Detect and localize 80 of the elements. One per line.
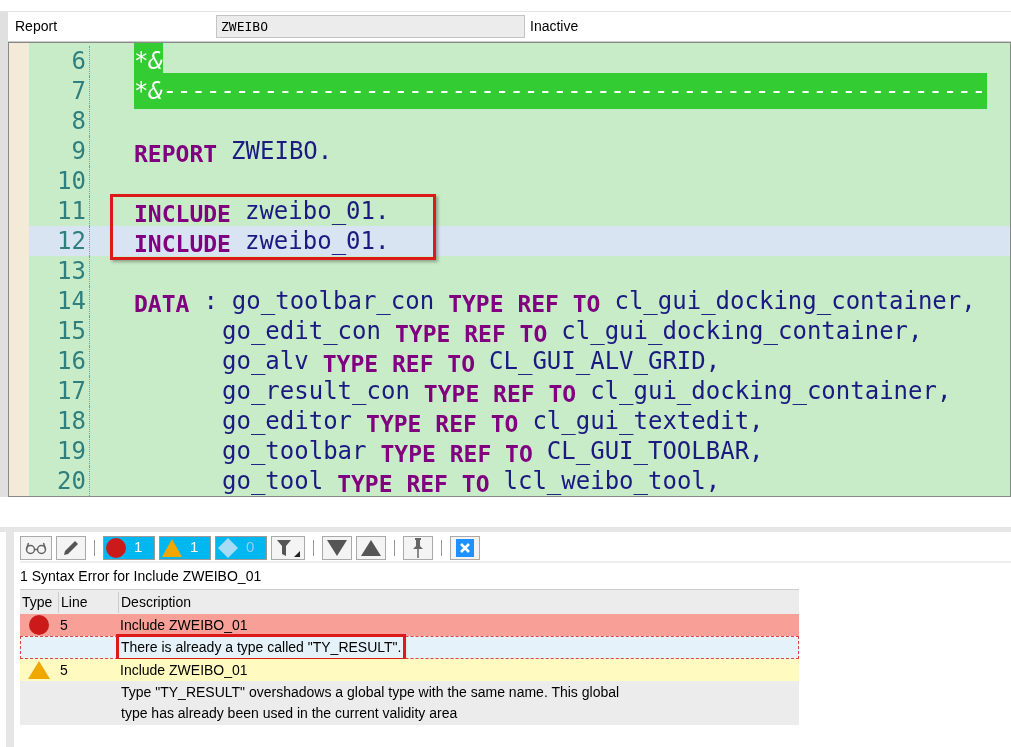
line-number: 6 (70, 46, 87, 77)
line-number: 16 (56, 346, 87, 377)
code-editor[interactable] (8, 42, 1011, 497)
code-keyword: TYPE REF TO (337, 469, 490, 496)
program-name-field: ZWEIBO (216, 15, 525, 38)
code-keyword: TYPE REF TO (366, 409, 519, 439)
code-identifier: go_editor (222, 406, 353, 437)
line-number: 8 (70, 106, 87, 137)
code-identifier: cl_gui_docking_container, (614, 286, 976, 317)
code-identifier: CL_GUI_ALV_GRID, (489, 346, 721, 377)
toolbar-button[interactable] (56, 535, 86, 560)
code-keyword: REPORT (134, 139, 218, 169)
toolbar-button[interactable] (450, 535, 480, 560)
code-keyword: INCLUDE (134, 229, 231, 259)
line-number: 9 (70, 136, 87, 167)
line-cell-text: 5 (59, 660, 69, 680)
glasses-icon (25, 540, 47, 555)
line-number: 15 (56, 316, 87, 347)
pin-icon (412, 537, 424, 558)
warning-icon (162, 538, 182, 557)
line-number: 14 (56, 286, 87, 317)
error-icon (106, 537, 126, 558)
code-identifier: CL_GUI_TOOLBAR, (546, 436, 764, 467)
message-text: There is already a type called "TY_RESULT". (119, 637, 404, 658)
message-detail-row[interactable]: There is already a type called "TY_RESULT". (20, 636, 799, 659)
code-keyword: TYPE REF TO (322, 349, 476, 379)
line-number: 12 (56, 226, 87, 257)
code-identifier: ZWEIBO. (231, 136, 333, 167)
code-keyword: TYPE REF TO (380, 439, 533, 469)
line-number: 13 (56, 256, 87, 287)
message-cell-text: Include ZWEIBO_01 (119, 660, 249, 680)
error-icon (29, 615, 49, 635)
line-number: 20 (56, 466, 87, 496)
toolbar-button[interactable] (356, 535, 386, 560)
code-identifier: go_toolbar (222, 436, 367, 467)
code-identifier: go_result_con (222, 376, 410, 407)
code-identifier: cl_gui_textedit, (532, 406, 764, 437)
field-label: Report (14, 17, 59, 36)
warning-icon (28, 661, 50, 679)
column-header[interactable]: Type (20, 591, 58, 613)
line-number: 17 (56, 376, 87, 407)
code-keyword: DATA (134, 289, 190, 319)
code-identifier: go_edit_con (222, 316, 381, 347)
toolbar-button[interactable] (322, 535, 352, 560)
code-punctuation: : (203, 286, 218, 317)
pencil-icon (62, 538, 80, 557)
code-comment: *&--------------------------------------------------------- (134, 73, 987, 109)
line-number: 19 (56, 436, 87, 467)
line-cell-text: 5 (59, 615, 69, 635)
close-icon (456, 538, 474, 557)
code-identifier: cl_gui_docking_container, (561, 316, 923, 347)
code-identifier: go_alv (222, 346, 309, 377)
line-number: 7 (70, 76, 87, 107)
toolbar-button[interactable] (403, 535, 433, 560)
filter-icon (276, 538, 300, 557)
line-number: 10 (56, 166, 87, 197)
toolbar-button[interactable] (271, 535, 305, 560)
code-identifier: zweibo_01. (244, 226, 390, 257)
line-number: 11 (56, 196, 87, 227)
line-number: 18 (56, 406, 87, 437)
info-icon (218, 537, 238, 558)
code-identifier: zweibo_01. (244, 196, 390, 227)
up-triangle-icon (361, 539, 381, 556)
down-triangle-icon (327, 539, 347, 556)
message-list-title: 1 Syntax Error for Include ZWEIBO_01 (20, 566, 263, 586)
code-keyword: TYPE REF TO (448, 289, 601, 319)
message-text: Type "TY_RESULT" overshadows a global type with the same name. This global type has already been used in the current validity area (120, 683, 621, 723)
code-identifier: go_toolbar_con (231, 286, 435, 317)
code-keyword: TYPE REF TO (423, 379, 577, 409)
column-header[interactable]: Description (118, 591, 799, 613)
column-header[interactable]: Line (58, 591, 118, 613)
code-identifier: go_tool (222, 466, 324, 496)
code-keyword: TYPE REF TO (394, 319, 548, 349)
code-identifier: cl_gui_docking_container, (590, 376, 952, 407)
toolbar-button[interactable] (20, 535, 52, 560)
status-text: Inactive (529, 17, 579, 36)
message-detail-row[interactable]: Type "TY_RESULT" overshadows a global type with the same name. This global type has already been used in the current validity area (20, 681, 799, 725)
message-cell-text: Include ZWEIBO_01 (119, 615, 249, 635)
code-identifier: lcl_weibo_tool, (503, 466, 721, 496)
code-keyword: INCLUDE (134, 199, 231, 229)
